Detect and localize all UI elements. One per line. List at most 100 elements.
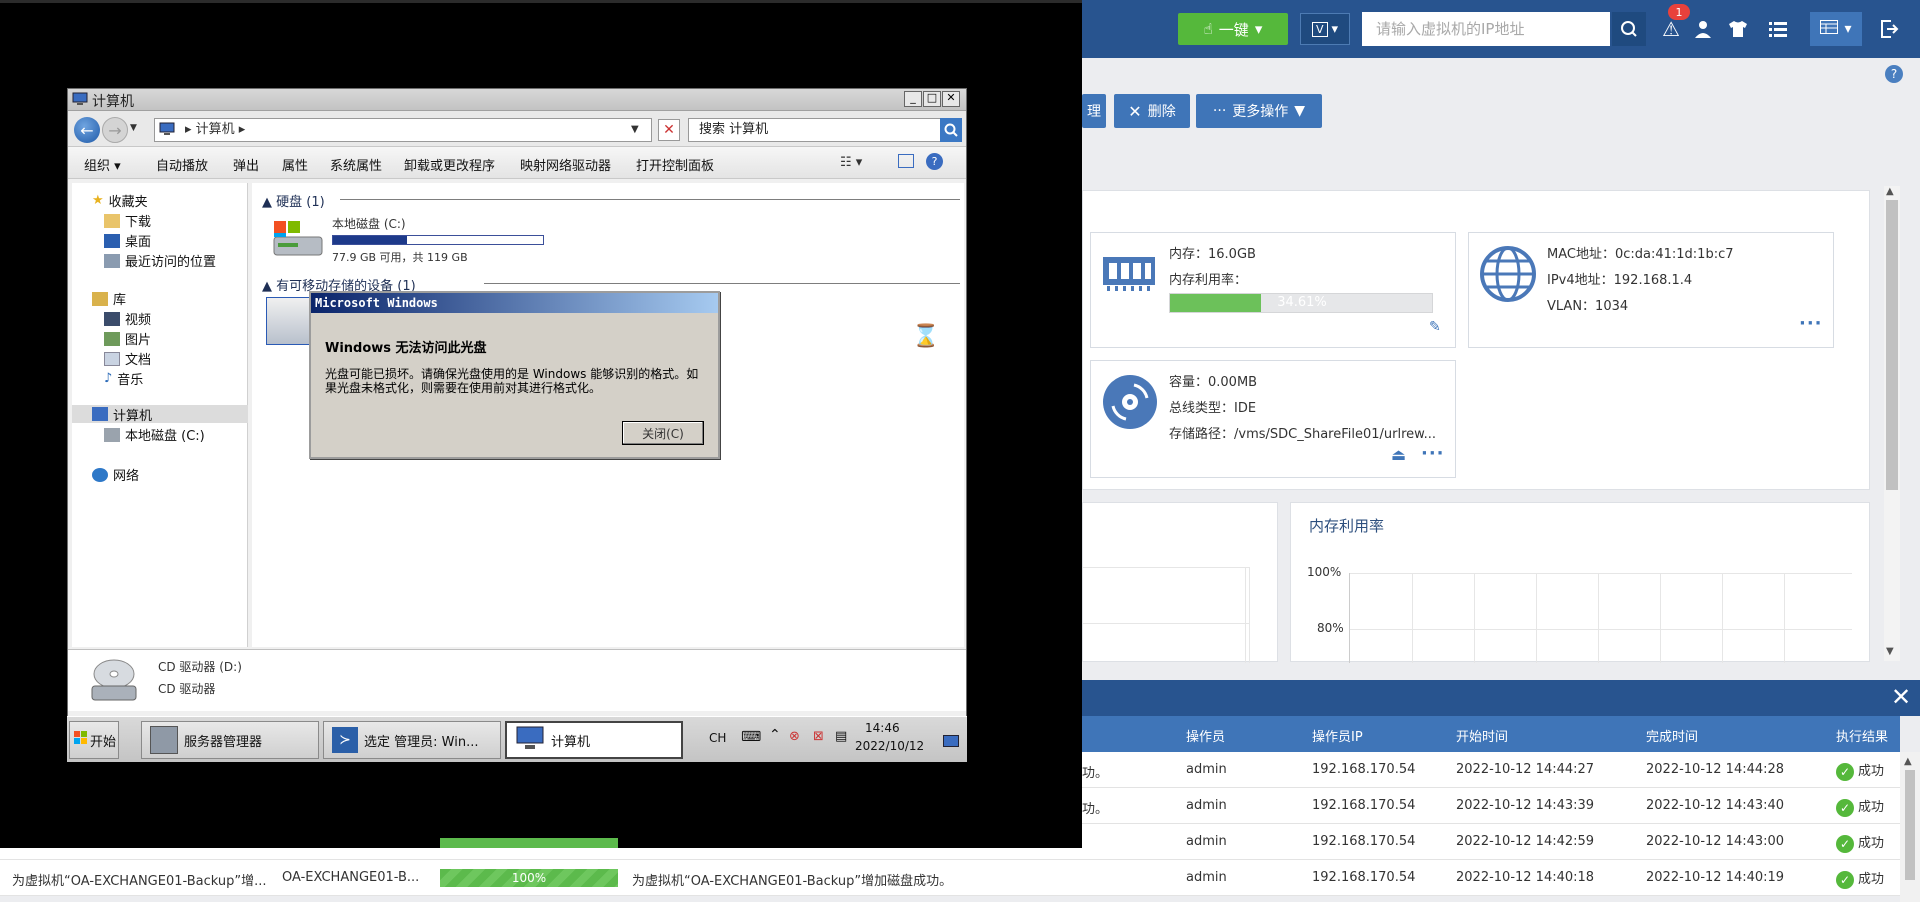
table-row[interactable]: 为虚拟机“OA-EXCHANGE01-Backup”增... OA-EXCHAN… bbox=[0, 860, 1900, 896]
dialog-heading: Windows 无法访问此光盘 bbox=[325, 341, 487, 356]
tray-status-icon[interactable]: ▤ bbox=[835, 729, 847, 744]
properties-command[interactable]: 属性 bbox=[282, 155, 308, 174]
view-options-icon[interactable]: ☷ ▾ bbox=[840, 155, 862, 170]
vm-type-label: V bbox=[1311, 21, 1328, 37]
nav-libraries[interactable]: 库 bbox=[92, 289, 126, 308]
more-options-icon[interactable]: ··· bbox=[1799, 313, 1823, 334]
help-icon[interactable]: ? bbox=[926, 153, 943, 170]
drive-icon bbox=[104, 427, 120, 442]
close-icon[interactable]: ✕ bbox=[1888, 682, 1914, 712]
nav-pictures[interactable]: 图片 bbox=[104, 329, 151, 348]
start-time-cell: 2022-10-12 14:43:39 bbox=[1456, 798, 1595, 813]
nav-network[interactable]: 网络 bbox=[92, 465, 139, 484]
nav-desktop[interactable]: 桌面 bbox=[104, 231, 151, 250]
error-dialog: Microsoft Windows Windows 无法访问此光盘 光盘可能已损… bbox=[309, 291, 720, 459]
nav-favorites[interactable]: ★ 收藏夹 bbox=[92, 191, 148, 210]
list-icon[interactable] bbox=[1763, 14, 1793, 44]
explorer-search-input[interactable]: 搜索 计算机 bbox=[688, 118, 942, 142]
history-dropdown-icon[interactable]: ▼ bbox=[130, 123, 137, 133]
hard-disk-group-header[interactable]: ▲ 硬盘 (1) bbox=[262, 191, 325, 210]
memory-usage-bar: 34.61% bbox=[1169, 293, 1433, 313]
organize-menu[interactable]: 组织 ▾ bbox=[84, 155, 121, 174]
nav-videos[interactable]: 视频 bbox=[104, 309, 151, 328]
stop-icon[interactable]: ✕ bbox=[658, 119, 680, 141]
scrollbar-thumb[interactable] bbox=[1886, 200, 1898, 490]
column-start-time[interactable]: 开始时间 bbox=[1456, 726, 1508, 745]
language-indicator[interactable]: CH bbox=[709, 731, 726, 745]
column-operator[interactable]: 操作员 bbox=[1186, 726, 1225, 745]
network-disconnected-icon[interactable]: ⊗ bbox=[789, 729, 800, 744]
column-end-time[interactable]: 完成时间 bbox=[1646, 726, 1698, 745]
back-arrow-icon[interactable]: ← bbox=[74, 117, 100, 143]
nav-music[interactable]: ♪ 音乐 bbox=[104, 369, 143, 388]
open-control-panel-command[interactable]: 打开控制面板 bbox=[636, 155, 714, 174]
scroll-up-arrow-icon[interactable]: ▲ bbox=[1886, 186, 1894, 197]
taskbar-powershell[interactable]: ≻ 选定 管理员: Win... bbox=[323, 721, 501, 759]
nav-computer[interactable]: 计算机 bbox=[72, 405, 248, 424]
forward-arrow-icon[interactable]: → bbox=[102, 117, 128, 143]
user-icon[interactable] bbox=[1688, 14, 1718, 44]
dialog-close-button[interactable]: 关闭(C) bbox=[622, 421, 704, 445]
view-switch-button[interactable]: ▾ bbox=[1810, 12, 1862, 46]
search-icon[interactable] bbox=[940, 118, 962, 142]
cd-drive-icon[interactable] bbox=[266, 297, 314, 345]
nav-label: 计算机 bbox=[113, 408, 153, 424]
vm-ip-search-input[interactable] bbox=[1362, 12, 1610, 46]
table-view-icon bbox=[1820, 20, 1839, 38]
search-icon[interactable] bbox=[1612, 12, 1646, 46]
help-icon[interactable]: ? bbox=[1885, 65, 1903, 83]
show-desktop-button[interactable] bbox=[943, 735, 959, 747]
preview-pane-icon[interactable] bbox=[898, 154, 914, 168]
nav-downloads[interactable]: 下载 bbox=[104, 211, 151, 230]
minimize-button[interactable]: _ bbox=[904, 91, 922, 107]
dialog-title[interactable]: Microsoft Windows bbox=[311, 293, 718, 313]
show-hidden-icons-icon[interactable]: ⌃ bbox=[769, 727, 781, 743]
more-options-icon[interactable]: ··· bbox=[1421, 443, 1445, 464]
uninstall-program-command[interactable]: 卸载或更改程序 bbox=[404, 155, 495, 174]
nav-label: 最近访问的位置 bbox=[125, 255, 217, 270]
close-button[interactable]: ✕ bbox=[942, 91, 960, 107]
taskbar-computer[interactable]: 计算机 bbox=[505, 721, 683, 759]
keyboard-icon[interactable]: ⌨ bbox=[741, 729, 761, 745]
clock-time[interactable]: 14:46 bbox=[865, 721, 900, 735]
edit-pencil-icon[interactable]: ✎ bbox=[1429, 319, 1441, 335]
nav-label: 库 bbox=[113, 293, 127, 308]
operator-cell: admin bbox=[1186, 798, 1227, 813]
logout-icon[interactable] bbox=[1874, 14, 1904, 44]
shirt-icon[interactable] bbox=[1723, 14, 1753, 44]
start-button[interactable]: 开始 bbox=[69, 721, 119, 759]
system-properties-command[interactable]: 系统属性 bbox=[330, 155, 382, 174]
action-center-alert-icon[interactable]: ⊠ bbox=[813, 729, 824, 744]
taskbar-server-manager[interactable]: 服务器管理器 bbox=[141, 721, 319, 759]
eject-command[interactable]: 弹出 bbox=[233, 155, 259, 174]
address-bar-row: ← → ▼ ▸ 计算机 ▸ ▼ ✕ 搜索 计算机 bbox=[68, 111, 966, 147]
one-click-button[interactable]: ☝ 一键 ▾ bbox=[1178, 13, 1288, 45]
chevron-down-icon: ▾ bbox=[1331, 21, 1339, 37]
drive-c-name[interactable]: 本地磁盘 (C:) bbox=[332, 215, 406, 232]
check-circle-icon: ✓ bbox=[1836, 834, 1854, 853]
address-dropdown-icon[interactable]: ▼ bbox=[631, 119, 639, 141]
map-network-drive-command[interactable]: 映射网络驱动器 bbox=[520, 155, 611, 174]
autoplay-command[interactable]: 自动播放 bbox=[156, 155, 208, 174]
cpu-chart-panel bbox=[1082, 502, 1278, 663]
maximize-button[interactable]: □ bbox=[923, 91, 941, 107]
clock-date[interactable]: 2022/10/12 bbox=[855, 739, 924, 753]
nav-documents[interactable]: 文档 bbox=[104, 349, 151, 368]
task-table-scrollbar[interactable]: ▲ bbox=[1900, 752, 1920, 902]
nav-recent[interactable]: 最近访问的位置 bbox=[104, 251, 216, 270]
nav-local-disk[interactable]: 本地磁盘 (C:) bbox=[104, 425, 205, 444]
manage-button[interactable]: 理 bbox=[1082, 94, 1106, 128]
command-bar: 组织 ▾ 自动播放 弹出 属性 系统属性 卸载或更改程序 映射网络驱动器 打开控… bbox=[68, 147, 966, 179]
vm-type-dropdown[interactable]: V ▾ bbox=[1300, 13, 1350, 45]
column-result[interactable]: 执行结果 bbox=[1836, 726, 1888, 745]
window-titlebar[interactable]: 计算机 _ □ ✕ bbox=[68, 89, 966, 111]
eject-icon[interactable]: ⏏ bbox=[1391, 445, 1406, 464]
details-pane: CD 驱动器 (D:) CD 驱动器 bbox=[68, 649, 966, 711]
network-icon bbox=[92, 467, 108, 482]
address-input[interactable]: ▸ 计算机 ▸ ▼ bbox=[154, 118, 652, 142]
check-circle-icon: ✓ bbox=[1836, 870, 1854, 889]
delete-button[interactable]: ✕ 删除 bbox=[1114, 94, 1190, 128]
scroll-down-arrow-icon[interactable]: ▼ bbox=[1886, 646, 1894, 657]
column-operator-ip[interactable]: 操作员IP bbox=[1312, 726, 1363, 745]
more-actions-button[interactable]: ··· 更多操作 ▼ bbox=[1196, 94, 1322, 128]
